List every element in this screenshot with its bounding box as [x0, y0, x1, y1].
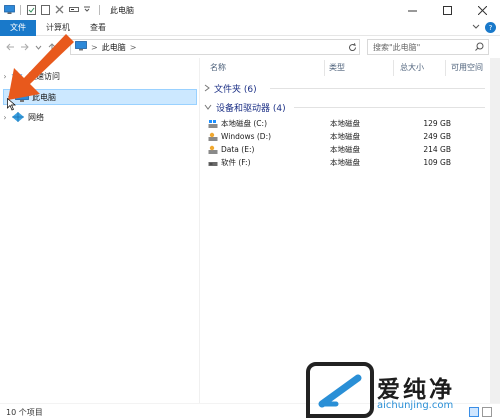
computer-icon: [4, 5, 15, 15]
chevron-right-icon[interactable]: [204, 84, 210, 92]
search-input[interactable]: 搜索"此电脑": [367, 39, 489, 55]
window-controls: [395, 0, 500, 20]
drive-name: Data (E:): [221, 145, 255, 154]
help-icon[interactable]: ?: [485, 22, 496, 33]
list-item[interactable]: 本地磁盘 (C:) 本地磁盘 129 GB: [208, 117, 488, 130]
title-bar: 此电脑: [0, 0, 500, 20]
column-header-type[interactable]: 类型: [329, 62, 345, 74]
breadcrumb-separator[interactable]: >: [130, 43, 137, 52]
group-label: 设备和驱动器 (4): [216, 103, 286, 114]
item-count: 10 个项目: [6, 407, 43, 417]
drive-name: Windows (D:): [221, 132, 272, 141]
column-header-total-size[interactable]: 总大小: [400, 62, 424, 74]
drive-type: 本地磁盘: [330, 132, 360, 141]
minimize-button[interactable]: [395, 0, 430, 20]
nav-item-network[interactable]: › 网络: [0, 109, 195, 125]
quick-access-toolbar: [0, 5, 102, 15]
drive-type: 本地磁盘: [330, 119, 360, 128]
content-pane: 名称 类型 总大小 可用空间 文件夹 (6) 设备和驱动器 (4) 本地磁盘 (…: [200, 58, 490, 403]
list-item[interactable]: Data (E:) 本地磁盘 214 GB: [208, 143, 488, 156]
search-icon[interactable]: [475, 42, 484, 53]
address-row: > 此电脑 > 搜索"此电脑": [0, 36, 500, 58]
annotation-arrow-icon: [8, 34, 74, 100]
group-folders[interactable]: 文件夹 (6): [204, 81, 257, 95]
group-devices-and-drives[interactable]: 设备和驱动器 (4): [204, 100, 286, 114]
chevron-down-icon[interactable]: [204, 104, 212, 110]
drive-name: 本地磁盘 (C:): [221, 119, 267, 128]
column-divider[interactable]: [324, 60, 325, 76]
properties-icon[interactable]: [27, 5, 37, 15]
address-bar[interactable]: > 此电脑 >: [70, 39, 360, 55]
delete-icon[interactable]: [55, 5, 65, 15]
tab-view[interactable]: 查看: [80, 20, 116, 36]
watermark-brand: 爱纯净: [377, 377, 455, 403]
toolbar-separator: [20, 5, 21, 15]
breadcrumb-this-pc[interactable]: 此电脑: [102, 42, 126, 53]
refresh-button[interactable]: [345, 40, 359, 54]
column-header-name[interactable]: 名称: [210, 62, 226, 74]
nav-item-label: 网络: [28, 112, 44, 122]
windows-drive-icon: [208, 119, 218, 128]
column-header-free-space[interactable]: 可用空间: [451, 62, 483, 74]
navigation-pane: › 快速访问 › 此电脑 › 网络: [0, 58, 200, 403]
column-divider[interactable]: [445, 60, 446, 76]
group-label: 文件夹 (6): [214, 84, 257, 95]
drive-icon: [208, 145, 218, 154]
drive-size: 214 GB: [423, 145, 451, 154]
drive-size: 129 GB: [423, 119, 451, 128]
drive-type: 本地磁盘: [330, 158, 360, 167]
rename-icon[interactable]: [69, 5, 79, 15]
breadcrumb-separator[interactable]: >: [91, 43, 98, 52]
group-divider: [294, 107, 485, 108]
close-button[interactable]: [465, 0, 500, 20]
expand-arrow-icon[interactable]: ›: [0, 113, 10, 122]
column-divider[interactable]: [393, 60, 394, 76]
group-divider: [270, 88, 485, 89]
list-item[interactable]: 软件 (F:) 本地磁盘 109 GB: [208, 156, 488, 169]
drive-size: 249 GB: [423, 132, 451, 141]
monitor-icon: [75, 41, 87, 53]
new-folder-icon[interactable]: [41, 5, 51, 15]
watermark-url: aichunjing.com: [377, 400, 454, 411]
drive-icon: [208, 161, 218, 166]
toolbar-separator: [99, 5, 100, 15]
network-icon: [11, 111, 25, 123]
ribbon-tabs: 文件 计算机 查看 ?: [0, 19, 500, 36]
mouse-cursor-icon: [7, 98, 16, 111]
drive-type: 本地磁盘: [330, 145, 360, 154]
maximize-button[interactable]: [430, 0, 465, 20]
customize-dropdown-icon[interactable]: [83, 5, 93, 15]
drive-size: 109 GB: [423, 158, 451, 167]
vertical-scrollbar[interactable]: [490, 58, 500, 403]
list-item[interactable]: Windows (D:) 本地磁盘 249 GB: [208, 130, 488, 143]
ribbon-expand-icon[interactable]: [472, 23, 480, 32]
window-title: 此电脑: [110, 5, 134, 15]
drive-name: 软件 (F:): [221, 158, 251, 167]
search-placeholder: 搜索"此电脑": [373, 42, 421, 52]
drive-icon: [208, 132, 218, 141]
